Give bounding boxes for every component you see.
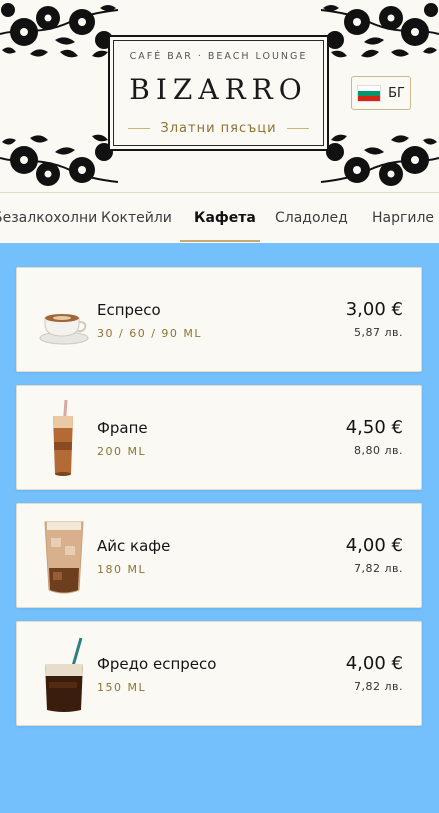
product-name: Фредо еспресо [97, 655, 217, 673]
language-switch-button[interactable]: БГ [351, 76, 411, 110]
product-card[interactable]: Фрапе 200 ML 4,50 € 8,80 лв. [16, 385, 422, 490]
header: CAFÉ BAR · BEACH LOUNGE BIZARRO Златни п… [0, 0, 439, 192]
product-price-bgn: 8,80 лв. [354, 444, 403, 457]
product-size: 200 ML [97, 445, 147, 458]
product-price-eur: 4,50 € [345, 417, 403, 438]
divider-line [128, 128, 151, 129]
floral-decoration-top-right [321, 0, 439, 70]
product-name: Еспресо [97, 301, 161, 319]
product-name: Фрапе [97, 419, 148, 437]
tab-ice-cream[interactable]: Сладолед [275, 193, 348, 243]
floral-decoration-bottom-left [0, 122, 118, 192]
product-card[interactable]: Еспресо 30 / 60 / 90 ML 3,00 € 5,87 лв. [16, 267, 422, 372]
brand-name: BIZARRO [129, 73, 308, 106]
espresso-cup-image [39, 280, 89, 360]
iced-coffee-glass-image [39, 516, 89, 596]
product-card[interactable]: Фредо еспресо 150 ML 4,00 € 7,82 лв. [16, 621, 422, 726]
tab-hookah[interactable]: Наргиле [372, 193, 434, 243]
product-size: 150 ML [97, 681, 147, 694]
frappe-glass-image [39, 398, 89, 478]
divider-line [286, 128, 309, 129]
active-tab-indicator [180, 240, 260, 242]
location-label: Златни пясъци [160, 121, 277, 136]
tab-coffee[interactable]: Кафета [194, 193, 256, 243]
product-price-bgn: 5,87 лв. [354, 326, 403, 339]
product-size: 180 ML [97, 563, 147, 576]
floral-decoration-top-left [0, 0, 118, 70]
product-name: Айс кафе [97, 537, 171, 555]
freddo-espresso-glass-image [39, 634, 89, 714]
product-price-eur: 4,00 € [345, 535, 403, 556]
language-label: БГ [388, 85, 405, 101]
product-card[interactable]: Айс кафе 180 ML 4,00 € 7,82 лв. [16, 503, 422, 608]
tab-non-alcoholic[interactable]: Безалкохолни [0, 193, 97, 243]
product-price-bgn: 7,82 лв. [354, 680, 403, 693]
product-price-bgn: 7,82 лв. [354, 562, 403, 575]
product-size: 30 / 60 / 90 ML [97, 327, 203, 340]
floral-decoration-bottom-right [321, 122, 439, 192]
product-price-eur: 4,00 € [345, 653, 403, 674]
brand-logo: CAFÉ BAR · BEACH LOUNGE BIZARRO Златни п… [108, 35, 329, 151]
tab-cocktails[interactable]: Коктейли [101, 193, 172, 243]
category-tabs: Безалкохолни Коктейли Кафета Сладолед На… [0, 192, 439, 243]
bulgarian-flag-icon [357, 84, 382, 102]
product-price-eur: 3,00 € [345, 299, 403, 320]
brand-tagline: CAFÉ BAR · BEACH LOUNGE [129, 51, 308, 62]
location-row: Златни пясъци [128, 121, 309, 136]
